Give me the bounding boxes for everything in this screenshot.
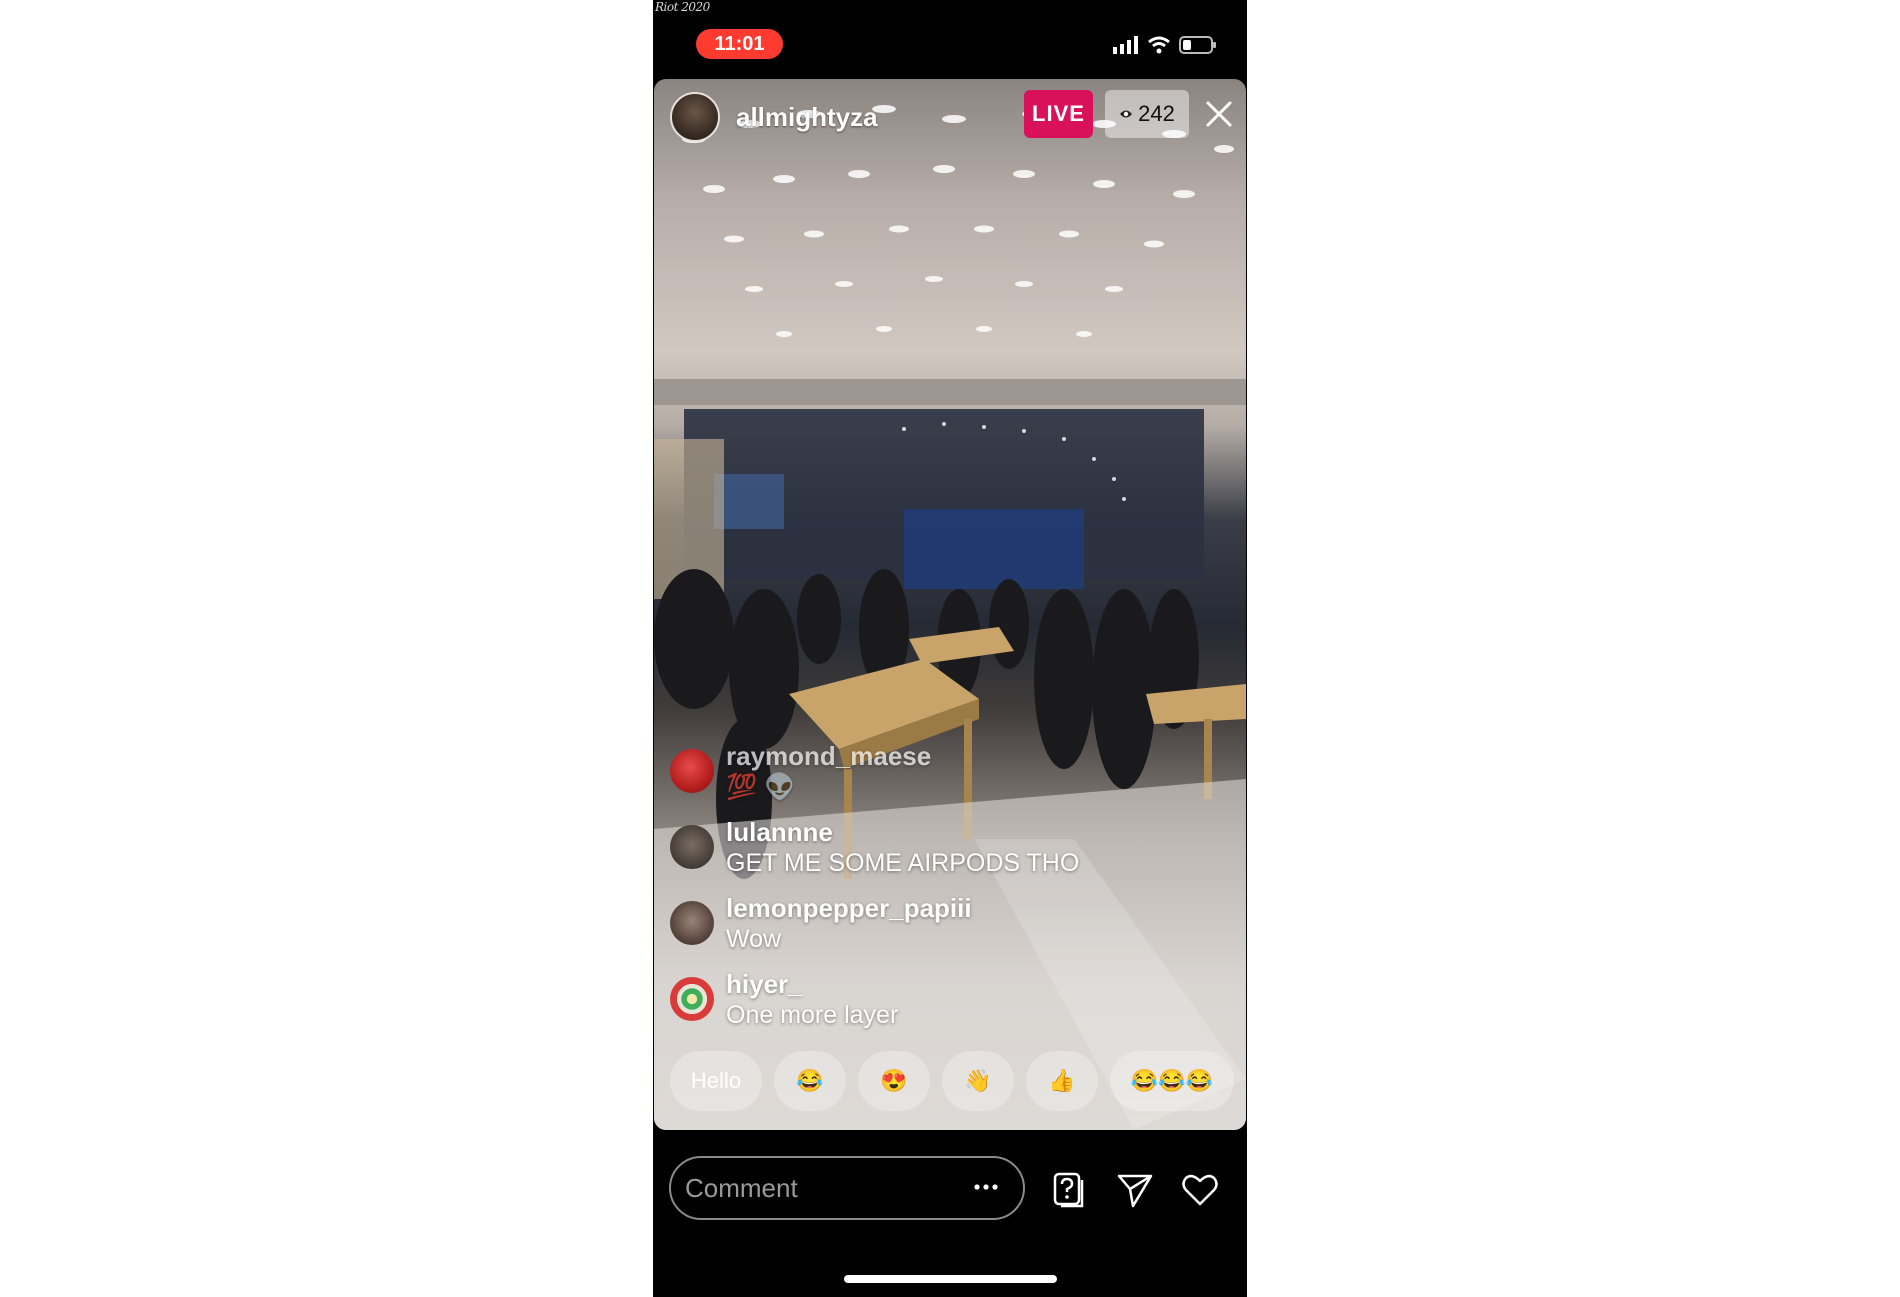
host-avatar[interactable] xyxy=(670,92,720,142)
signal-icon xyxy=(1113,36,1138,54)
quick-reaction-laugh[interactable]: 😂 xyxy=(774,1051,846,1111)
comment-item[interactable]: raymond_maese 💯 👽 xyxy=(670,741,1230,803)
comment-avatar[interactable] xyxy=(670,977,714,1021)
comment-avatar[interactable] xyxy=(670,901,714,945)
quick-reaction-wave[interactable]: 👋 xyxy=(942,1051,1014,1111)
comment-feed: raymond_maese 💯 👽 lulannne GET ME SOME A… xyxy=(670,741,1230,1045)
comment-username[interactable]: hiyer_ xyxy=(726,969,898,999)
home-indicator[interactable] xyxy=(844,1275,1057,1283)
comment-text: GET ME SOME AIRPODS THO xyxy=(726,849,1080,877)
host-username[interactable]: allmightyza xyxy=(736,102,878,133)
comment-avatar[interactable] xyxy=(670,749,714,793)
quick-reaction-hello[interactable]: Hello xyxy=(670,1051,762,1111)
comment-username[interactable]: lulannne xyxy=(726,817,1079,847)
heart-icon[interactable] xyxy=(1180,1170,1220,1210)
more-icon[interactable] xyxy=(969,1172,1003,1202)
viewer-count-badge[interactable]: 242 xyxy=(1105,90,1189,138)
phone-screen: Riot 2020 11:01 allmightyza LIVE 242 ray… xyxy=(653,0,1247,1297)
viewer-count: 242 xyxy=(1138,101,1175,126)
comment-text: 💯 👽 xyxy=(726,773,796,801)
status-icons xyxy=(1113,36,1217,54)
watermark: Riot 2020 xyxy=(655,0,710,14)
comment-username[interactable]: lemonpepper_papiii xyxy=(726,893,972,923)
eye-icon xyxy=(1120,110,1133,118)
question-icon[interactable] xyxy=(1049,1170,1089,1210)
comment-username[interactable]: raymond_maese xyxy=(726,741,931,771)
comment-bar xyxy=(653,1150,1247,1230)
quick-reaction-triple-laugh[interactable]: 😂😂😂 xyxy=(1110,1051,1234,1111)
status-time: 11:01 xyxy=(696,29,783,59)
battery-icon xyxy=(1179,36,1216,54)
live-video[interactable]: allmightyza LIVE 242 raymond_maese 💯 👽 l… xyxy=(654,79,1246,1130)
comment-text: One more layer xyxy=(726,1001,899,1029)
quick-reactions: Hello 😂 😍 👋 👍 😂😂😂 xyxy=(670,1051,1234,1111)
wifi-icon xyxy=(1148,36,1170,54)
comment-item[interactable]: lemonpepper_papiii Wow xyxy=(670,893,1230,955)
send-icon[interactable] xyxy=(1115,1170,1155,1210)
live-badge: LIVE xyxy=(1024,90,1093,138)
comment-text: Wow xyxy=(726,925,782,953)
quick-reaction-thumbs-up[interactable]: 👍 xyxy=(1026,1051,1098,1111)
host-info[interactable]: allmightyza xyxy=(670,92,878,142)
close-icon[interactable] xyxy=(1202,97,1236,131)
comment-item[interactable]: hiyer_ One more layer xyxy=(670,969,1230,1031)
quick-reaction-heart-eyes[interactable]: 😍 xyxy=(858,1051,930,1111)
comment-avatar[interactable] xyxy=(670,825,714,869)
comment-item[interactable]: lulannne GET ME SOME AIRPODS THO xyxy=(670,817,1230,879)
